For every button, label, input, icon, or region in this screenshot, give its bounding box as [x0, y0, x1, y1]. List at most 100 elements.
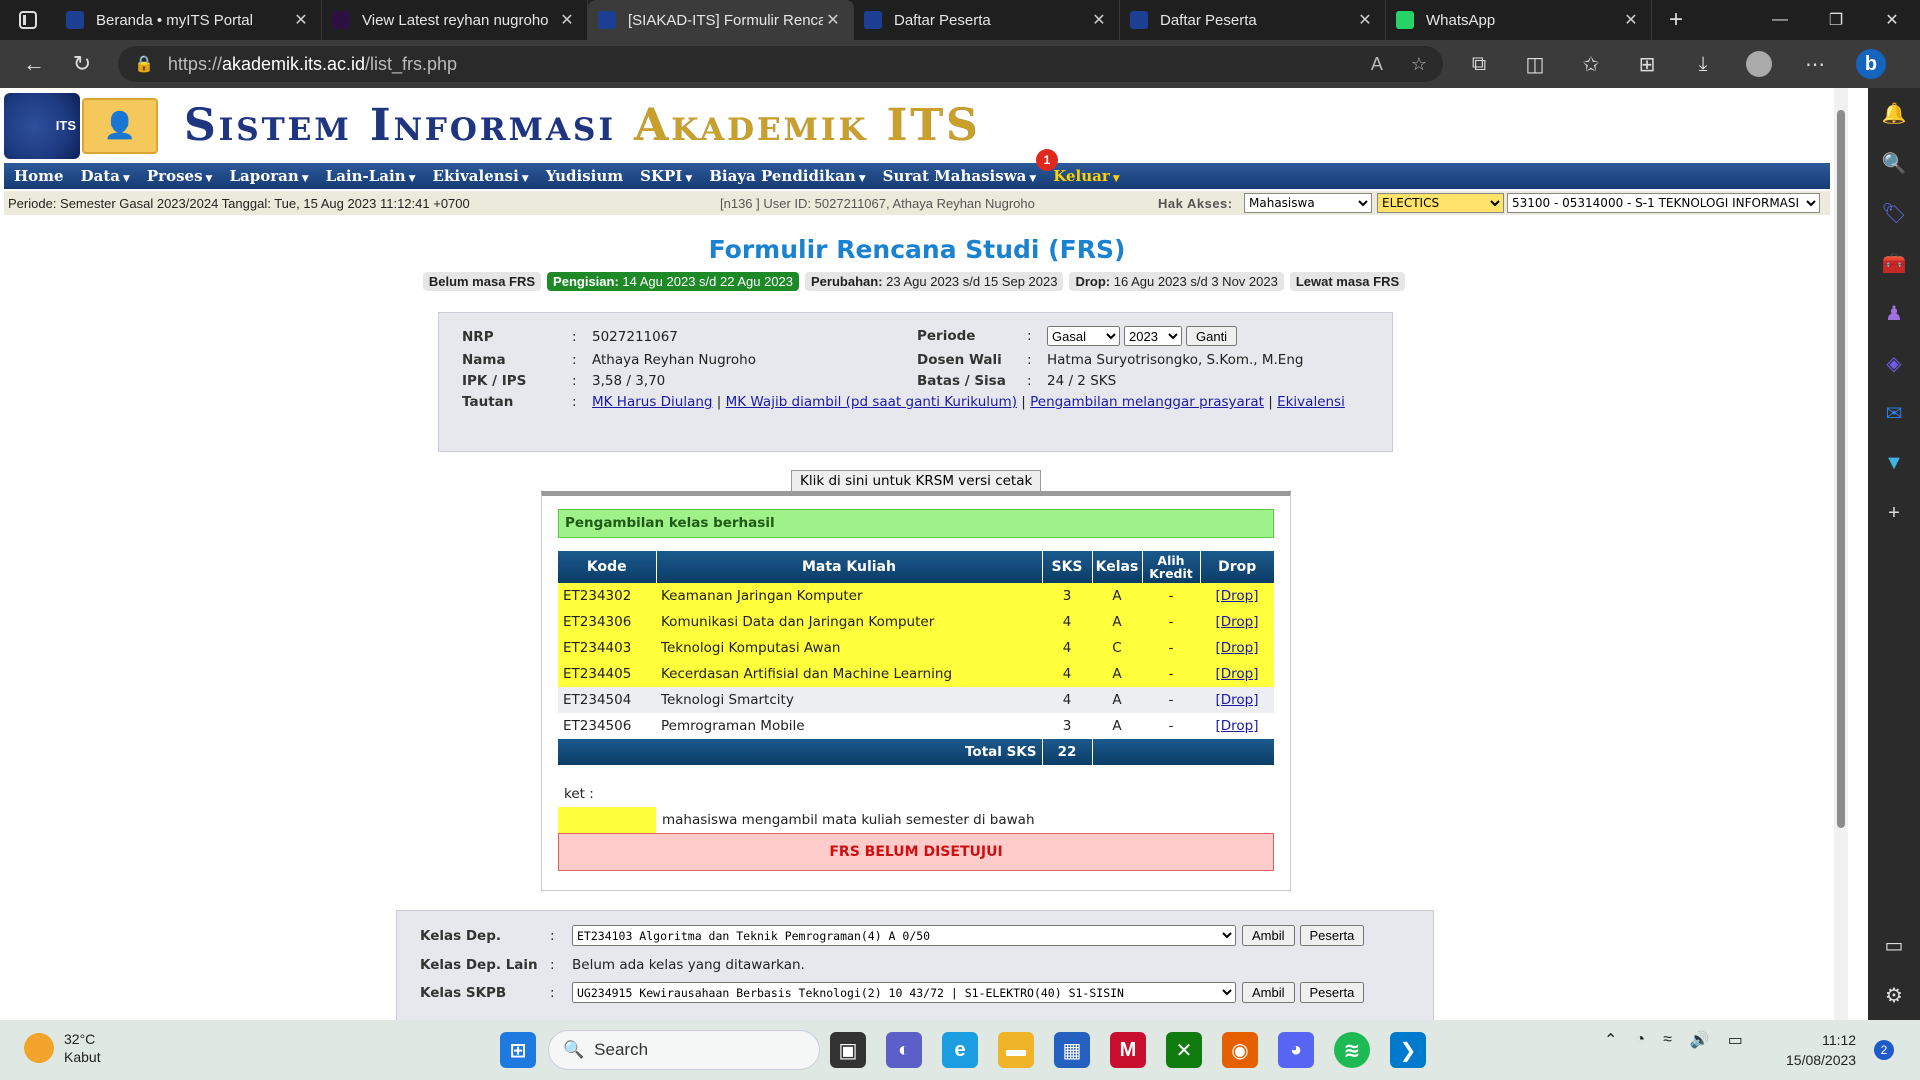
menu-item-proses[interactable]: Proses ▼ [147, 167, 213, 185]
menu-item-skpi[interactable]: SKPI ▼ [640, 167, 692, 185]
drop-link[interactable]: [Drop] [1215, 614, 1258, 630]
new-tab-button[interactable]: + [1652, 0, 1700, 40]
chevron-up-icon[interactable]: ⌃ [1604, 1030, 1617, 1050]
volume-icon[interactable]: 🔊 [1690, 1030, 1710, 1050]
download-icon[interactable]: ⤓ [1675, 40, 1731, 88]
collections-icon[interactable]: ⊞ [1619, 40, 1675, 88]
peserta-dep-button[interactable]: Peserta [1299, 925, 1365, 946]
print-krsm-button[interactable]: Klik di sini untuk KRSM versi cetak [791, 470, 1042, 492]
network-icon[interactable]: ◔ [1635, 1031, 1645, 1049]
kelas-skpb-select[interactable]: UG234915 Kewirausahaan Berbasis Teknolog… [572, 982, 1236, 1003]
unit-select[interactable]: 53100 - 05314000 - S-1 TEKNOLOGI INFORMA… [1507, 193, 1820, 213]
microsoft-store-icon[interactable]: ▦ [1054, 1032, 1090, 1068]
peserta-skpb-button[interactable]: Peserta [1299, 982, 1365, 1003]
extensions-icon[interactable]: ⧉ [1451, 40, 1507, 88]
tautan-link[interactable]: Ekivalensi [1277, 394, 1345, 410]
more-menu-icon[interactable]: ⋯ [1787, 40, 1843, 88]
semester-select[interactable]: Gasal [1047, 326, 1120, 346]
tab-actions-icon[interactable] [0, 0, 56, 40]
copilot-icon[interactable]: ◈ [1868, 338, 1920, 388]
kelas-dep-select[interactable]: ET234103 Algoritma dan Teknik Pemrograma… [572, 925, 1236, 946]
refresh-icon[interactable]: ↻ [58, 40, 106, 88]
drop-link[interactable]: [Drop] [1215, 588, 1258, 604]
edge-browser-icon[interactable]: e [942, 1032, 978, 1068]
favorites-icon[interactable]: ✩ [1563, 40, 1619, 88]
browser-tab[interactable]: View Latest reyhan nugroho ✕ [322, 0, 588, 40]
menu-item-lain-lain[interactable]: Lain-Lain ▼ [326, 167, 416, 185]
read-aloud-icon[interactable]: A [1371, 54, 1383, 75]
browser-tab[interactable]: Daftar Peserta ✕ [1120, 0, 1386, 40]
tautan-link[interactable]: Pengambilan melanggar prasyarat [1030, 394, 1264, 410]
spotify-icon[interactable]: ≋ [1334, 1032, 1370, 1068]
menu-item-data[interactable]: Data ▼ [81, 167, 130, 185]
browser-tab[interactable]: WhatsApp ✕ [1386, 0, 1652, 40]
close-tab-icon[interactable]: ✕ [1089, 10, 1109, 30]
menu-item-home[interactable]: Home [14, 167, 64, 185]
browser-tab[interactable]: [SIAKAD-ITS] Formulir Renca ✕ [588, 0, 854, 40]
add-sidebar-app-icon[interactable]: + [1868, 488, 1920, 538]
menu-item-yudisium[interactable]: Yudisium [546, 167, 623, 185]
browser-tab[interactable]: Beranda • myITS Portal ✕ [56, 0, 322, 40]
split-screen-icon[interactable]: ◫ [1507, 40, 1563, 88]
tautan-link[interactable]: MK Wajib diambil (pd saat ganti Kurikulu… [726, 394, 1017, 410]
games-icon[interactable]: ♟ [1868, 288, 1920, 338]
notification-count-badge[interactable]: 2 [1874, 1040, 1894, 1060]
back-icon[interactable]: ← [10, 40, 58, 88]
ambil-dep-button[interactable]: Ambil [1242, 925, 1295, 946]
restore-icon[interactable]: ❐ [1808, 0, 1864, 40]
menu-item-ekivalensi[interactable]: Ekivalensi ▼ [433, 167, 529, 185]
drop-icon[interactable]: ▼ [1868, 438, 1920, 488]
weather-widget[interactable]: 32°C Kabut [24, 1030, 101, 1066]
url-field[interactable]: 🔒 https://akademik.its.ac.id/list_frs.ph… [118, 46, 1443, 82]
xbox-icon[interactable]: ✕ [1166, 1032, 1202, 1068]
ganti-button[interactable]: Ganti [1186, 326, 1238, 346]
file-explorer-icon[interactable]: ▬ [998, 1032, 1034, 1068]
menu-item-surat-mahasiswa[interactable]: Surat Mahasiswa ▼ [883, 167, 1037, 185]
menu-item-keluar[interactable]: Keluar ▼ [1053, 167, 1119, 185]
menu-item-laporan[interactable]: Laporan ▼ [229, 167, 308, 185]
battery-icon[interactable]: ▭ [1728, 1030, 1743, 1050]
faculty-select[interactable]: ELECTICS [1377, 193, 1504, 213]
profile-avatar-icon[interactable] [1731, 40, 1787, 88]
ambil-skpb-button[interactable]: Ambil [1242, 982, 1295, 1003]
close-tab-icon[interactable]: ✕ [1621, 10, 1641, 30]
year-select[interactable]: 2023 [1124, 326, 1182, 346]
tautan-link[interactable]: MK Harus Diulang [592, 394, 713, 410]
settings-gear-icon[interactable]: ⚙ [1868, 970, 1920, 1020]
drop-link[interactable]: [Drop] [1215, 718, 1258, 734]
taskbar-search[interactable]: 🔍 Search [548, 1030, 820, 1070]
mcafee-icon[interactable]: M [1110, 1032, 1146, 1068]
close-tab-icon[interactable]: ✕ [291, 10, 311, 30]
shopping-tag-icon[interactable]: 🏷 [1868, 188, 1920, 238]
drop-link[interactable]: [Drop] [1215, 640, 1258, 656]
minimize-icon[interactable]: — [1752, 0, 1808, 40]
page-scrollbar[interactable] [1834, 88, 1848, 1020]
favorite-star-icon[interactable]: ☆ [1411, 54, 1427, 75]
teams-icon[interactable]: ◐ [886, 1032, 922, 1068]
wifi-icon[interactable]: ≈ [1663, 1031, 1672, 1049]
menu-item-biaya-pendidikan[interactable]: Biaya Pendidikan ▼ [709, 167, 865, 185]
bell-icon[interactable]: 🔔 [1868, 88, 1920, 138]
bing-copilot-icon[interactable]: b [1843, 40, 1899, 88]
drop-link[interactable]: [Drop] [1215, 692, 1258, 708]
menu-item-label: Keluar [1053, 167, 1110, 185]
sidebar-panel-icon[interactable]: ▭ [1868, 920, 1920, 970]
hak-akses-select[interactable]: Mahasiswa [1244, 193, 1372, 213]
tools-icon[interactable]: 🧰 [1868, 238, 1920, 288]
close-tab-icon[interactable]: ✕ [1355, 10, 1375, 30]
drop-link[interactable]: [Drop] [1215, 666, 1258, 682]
task-view-icon[interactable]: ▣ [830, 1032, 866, 1068]
close-tab-icon[interactable]: ✕ [557, 10, 577, 30]
browser-tab[interactable]: Daftar Peserta ✕ [854, 0, 1120, 40]
taskbar-clock[interactable]: 11:12 15/08/2023 [1786, 1030, 1856, 1070]
outlook-icon[interactable]: ✉ [1868, 388, 1920, 438]
kelas-skpb-row: Kelas SKPB : UG234915 Kewirausahaan Berb… [420, 982, 1369, 1003]
scrollbar-thumb[interactable] [1837, 110, 1845, 828]
discord-icon[interactable]: ◕ [1278, 1032, 1314, 1068]
vscode-icon[interactable]: ❯ [1390, 1032, 1426, 1068]
firefox-icon[interactable]: ◉ [1222, 1032, 1258, 1068]
windows-start-icon[interactable]: ⊞ [500, 1032, 536, 1068]
close-window-icon[interactable]: ✕ [1864, 0, 1920, 40]
search-sidebar-icon[interactable]: 🔍 [1868, 138, 1920, 188]
close-tab-icon[interactable]: ✕ [823, 10, 843, 30]
